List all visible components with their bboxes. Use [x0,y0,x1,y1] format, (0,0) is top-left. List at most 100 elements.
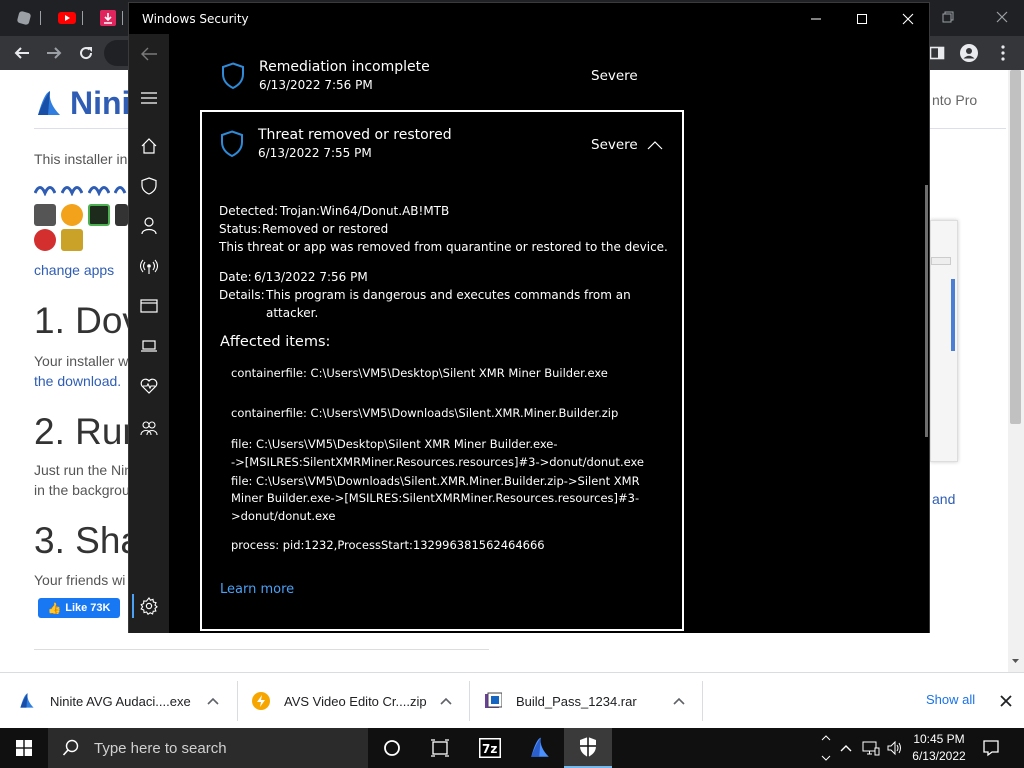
close-icon[interactable] [994,9,1010,25]
home-icon[interactable] [139,136,159,156]
network-icon[interactable] [862,740,880,756]
show-all-button[interactable]: Show all [926,692,975,707]
learn-more-link[interactable]: Learn more [220,582,294,597]
ninite-logo[interactable]: Nini [34,85,130,122]
step1-heading: 1. Dov [34,300,141,341]
back-icon[interactable] [139,44,159,64]
chevron-up-icon[interactable] [438,693,454,709]
taskbar-clock[interactable]: 10:45 PM 6/13/2022 [906,731,972,765]
settings-gear-icon[interactable] [139,596,159,616]
affected-items-heading: Affected items: [220,334,331,350]
account-protection-icon[interactable] [139,216,159,236]
download-link[interactable]: the download. [34,373,121,389]
hamburger-menu-icon[interactable] [139,88,159,108]
ninite-taskbar-icon[interactable] [516,728,564,768]
address-bar[interactable] [104,40,128,66]
windows-start-icon[interactable] [0,728,48,768]
windows-security-taskbar-icon[interactable] [564,728,612,768]
app-browser-control-icon[interactable] [139,296,159,316]
back-icon[interactable] [11,42,33,64]
threat-severity: Severe [591,137,638,153]
firewall-network-icon[interactable] [139,256,159,276]
download-item[interactable]: Ninite AVG Audaci....exe [16,673,191,729]
chevron-up-icon[interactable] [647,139,663,151]
task-view-icon[interactable] [416,728,464,768]
facebook-like-button[interactable]: 👍 Like 73K [38,598,120,618]
page-scrollbar-thumb[interactable] [1010,70,1021,424]
7zip-icon[interactable]: 7z [466,728,514,768]
window-scrollbar[interactable] [925,185,928,437]
affected-item: containerfile: C:\Users\VM5\Desktop\Sile… [231,366,608,380]
download-tab-icon[interactable] [100,10,116,26]
scroll-down-arrow-icon[interactable] [1010,656,1021,666]
change-apps-link[interactable]: change apps [34,262,114,278]
app-icon [88,182,110,204]
family-options-icon[interactable] [139,418,159,438]
step2-heading: 2. Rur [34,411,135,452]
maximize-icon[interactable] [839,3,885,34]
affected-item: file: C:\Users\VM5\Downloads\Silent.XMR.… [231,474,640,488]
app-icon [61,229,83,251]
app-icon [61,182,83,204]
status-label: Status: [219,222,262,236]
svg-text:7z: 7z [482,742,497,756]
close-icon[interactable] [885,3,931,34]
device-health-heart-icon[interactable] [139,376,159,396]
step2-text-2: in the backgrou [34,482,130,498]
gimp-app-icon [34,204,56,226]
virus-protection-shield-icon[interactable] [139,176,159,196]
details-label: Details: [219,288,265,302]
download-divider [702,681,703,721]
ninite-logo-text: Nini [70,85,131,121]
cortana-icon[interactable] [368,728,416,768]
clock-date: 6/13/2022 [912,749,966,763]
chevron-up-icon[interactable] [671,693,687,709]
security-nav-rail [129,34,169,633]
date-label: Date: [219,270,252,284]
taskbar-scroll-arrows[interactable] [820,728,832,768]
menu-dots-icon[interactable] [992,42,1014,64]
profile-icon[interactable] [958,42,980,64]
search-icon [62,739,79,756]
thumbs-up-icon: 👍 [47,602,62,615]
app-icon [114,182,128,204]
tab-separator [40,11,41,25]
ninite-file-icon [16,690,38,712]
protection-history-pane: Remediation incomplete 6/13/2022 7:56 PM… [169,34,929,633]
download-divider [469,681,470,721]
taskbar: Type here to search 7z 10:45 PM 6/13/202… [0,728,1024,768]
threat-entry[interactable]: Remediation incomplete 6/13/2022 7:56 PM [221,59,430,92]
threat-title: Threat removed or restored [258,127,452,143]
status-value: Removed or restored [262,222,389,236]
app-icon [115,204,128,226]
chevron-up-icon[interactable] [205,693,221,709]
forward-icon[interactable] [43,42,65,64]
volume-icon[interactable] [886,740,902,756]
screenshot-scrollbar [951,279,955,351]
archive-file-icon [482,690,504,712]
affected-item: Miner Builder.exe->[MSILRES:SilentXMRMin… [231,491,640,505]
reload-icon[interactable] [75,42,97,64]
close-icon[interactable] [998,693,1014,709]
gear-tab-icon[interactable] [16,10,32,26]
header-link[interactable]: nto Pro [932,92,977,108]
notification-icon[interactable] [982,739,999,757]
minimize-icon[interactable] [793,3,839,34]
window-title-bar[interactable]: Windows Security [129,3,929,34]
chevron-up-icon[interactable] [838,740,854,756]
threat-entry[interactable]: Threat removed or restored 6/13/2022 7:5… [220,127,452,160]
device-security-icon[interactable] [139,336,159,356]
threat-title: Remediation incomplete [259,59,430,75]
download-filename: Ninite AVG Audaci....exe [50,693,191,709]
download-filename: AVS Video Edito Cr....zip [284,693,427,709]
restore-icon[interactable] [940,9,956,25]
download-item[interactable]: AVS Video Edito Cr....zip [250,673,427,729]
step2-link[interactable]: and [932,491,955,507]
affected-item: containerfile: C:\Users\VM5\Downloads\Si… [231,406,619,420]
download-item[interactable]: Build_Pass_1234.rar [482,673,637,729]
taskbar-search-box[interactable]: Type here to search [48,728,368,768]
step1-text: Your installer w [34,353,129,369]
window-title: Windows Security [142,11,249,26]
details-text-2: attacker. [266,306,319,320]
youtube-icon[interactable] [58,10,76,26]
